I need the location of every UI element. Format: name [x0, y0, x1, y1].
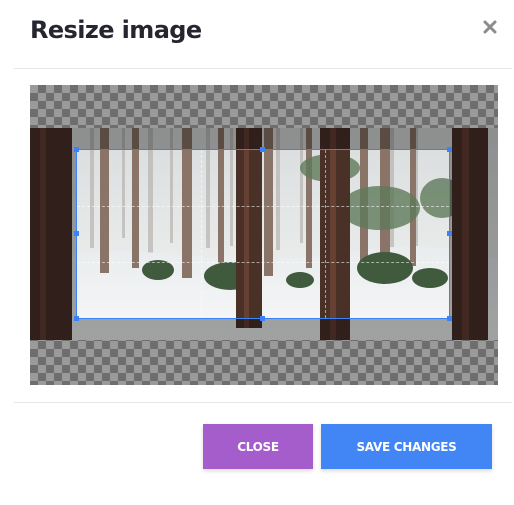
- header-divider: [14, 68, 512, 69]
- modal-title: Resize image: [30, 16, 202, 44]
- crop-handle-ne[interactable]: [447, 147, 452, 152]
- crop-handle-sw[interactable]: [74, 316, 79, 321]
- resize-image-modal: Resize image CLOSE SAVE CHANGES: [0, 0, 514, 505]
- crop-guide-line: [324, 150, 326, 318]
- footer-divider: [14, 402, 512, 403]
- close-button[interactable]: CLOSE: [203, 424, 313, 469]
- crop-handle-s[interactable]: [260, 316, 265, 321]
- crop-handle-w[interactable]: [74, 231, 79, 236]
- crop-guide-line: [77, 261, 449, 263]
- crop-handle-e[interactable]: [447, 231, 452, 236]
- image-cropper[interactable]: [30, 85, 498, 385]
- save-changes-button[interactable]: SAVE CHANGES: [321, 424, 492, 469]
- crop-handle-se[interactable]: [447, 316, 452, 321]
- close-icon[interactable]: [482, 19, 498, 35]
- crop-selection-box[interactable]: [74, 147, 452, 321]
- crop-guide-line: [77, 205, 449, 207]
- crop-handle-n[interactable]: [260, 147, 265, 152]
- crop-guide-line: [200, 150, 202, 318]
- crop-handle-nw[interactable]: [74, 147, 79, 152]
